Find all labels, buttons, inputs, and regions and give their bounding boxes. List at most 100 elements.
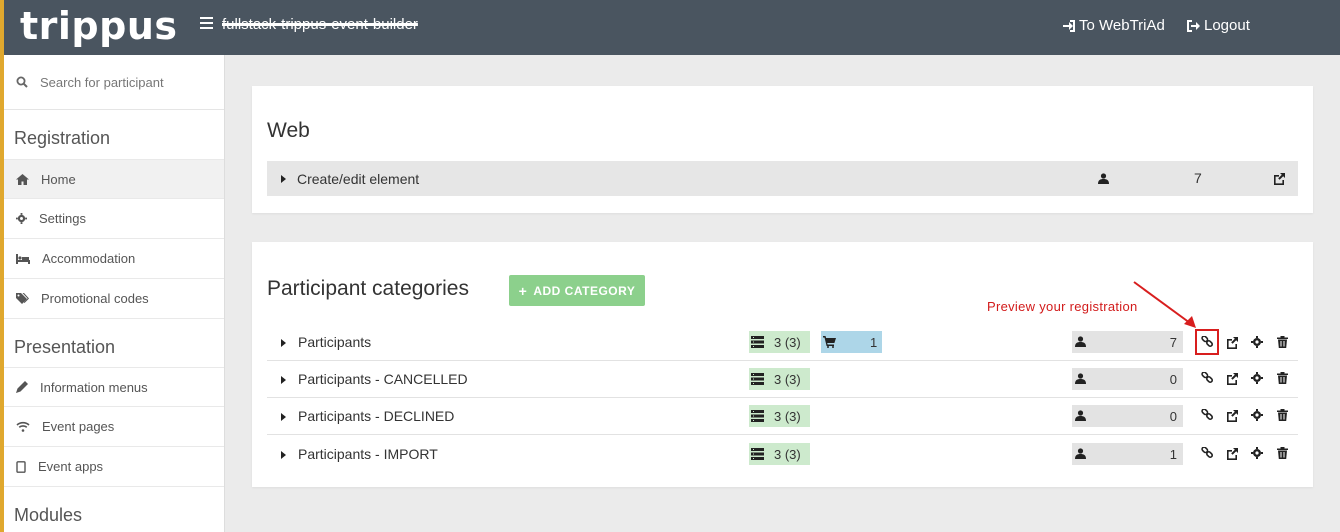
category-row-participants-cancelled[interactable]: Participants - CANCELLED 3 (3) 0 <box>267 360 1298 398</box>
expand-caret-icon[interactable] <box>281 376 286 384</box>
logout-link[interactable]: Logout <box>1187 17 1250 34</box>
trash-icon[interactable] <box>1274 445 1290 461</box>
form-count: 3 (3) <box>774 371 801 387</box>
participant-count: 0 <box>1169 371 1177 387</box>
preview-registration-link-icon[interactable] <box>1195 329 1219 355</box>
category-name: Participants - DECLINED <box>298 408 455 424</box>
external-link-icon[interactable] <box>1273 172 1286 185</box>
add-category-button[interactable]: + ADD CATEGORY <box>509 275 645 306</box>
trippus-logo[interactable]: trippus <box>20 4 178 48</box>
sidebar-item-event-apps[interactable]: Event apps <box>4 447 224 487</box>
sidebar-item-settings[interactable]: Settings <box>4 199 224 239</box>
row-label: Create/edit element <box>297 170 420 187</box>
person-icon <box>1098 173 1109 184</box>
category-name: Participants - CANCELLED <box>298 371 468 387</box>
row-actions <box>1199 445 1290 461</box>
gear-icon[interactable] <box>1249 334 1265 350</box>
participant-count: 7 <box>1169 334 1177 350</box>
sidebar-item-label: Promotional codes <box>41 291 149 306</box>
person-icon <box>1075 410 1086 421</box>
accent-stripe <box>0 0 4 532</box>
web-panel: Web Create/edit element 7 <box>252 86 1313 213</box>
section-modules: Modules <box>14 505 83 525</box>
category-name: Participants <box>298 334 372 350</box>
sign-in-icon <box>1063 19 1075 32</box>
form-count: 3 (3) <box>774 334 801 350</box>
gear-icon <box>16 213 27 224</box>
search-placeholder: Search for participant <box>40 74 164 90</box>
create-edit-element-row[interactable]: Create/edit element 7 <box>267 161 1298 196</box>
link-icon[interactable] <box>1199 370 1215 386</box>
sidebar-item-information-menus[interactable]: Information menus <box>4 367 224 407</box>
preview-annotation: Preview your registration <box>987 299 1138 314</box>
category-row-participants-declined[interactable]: Participants - DECLINED 3 (3) 0 <box>267 397 1298 435</box>
row-actions <box>1195 329 1290 355</box>
list-icon <box>751 336 764 348</box>
cart-badge: 1 <box>821 331 882 353</box>
external-link-icon[interactable] <box>1224 370 1240 386</box>
to-webtriad-link[interactable]: To WebTriAd <box>1062 17 1165 34</box>
link-icon[interactable] <box>1199 407 1215 423</box>
gear-icon[interactable] <box>1249 407 1265 423</box>
form-count: 3 (3) <box>774 408 801 424</box>
expand-caret-icon[interactable] <box>281 339 286 347</box>
web-panel-title: Web <box>267 119 310 142</box>
gear-icon[interactable] <box>1249 370 1265 386</box>
external-link-icon[interactable] <box>1224 445 1240 461</box>
participants-badge: 1 <box>1072 443 1183 465</box>
participants-badge: 0 <box>1072 405 1183 427</box>
participants-badge: 0 <box>1072 368 1183 390</box>
list-icon <box>751 410 764 422</box>
form-badge: 3 (3) <box>749 443 810 465</box>
person-icon <box>1075 373 1086 384</box>
sidebar-item-label: Settings <box>39 211 86 226</box>
category-row-participants[interactable]: Participants 3 (3) 1 7 <box>267 323 1298 361</box>
top-bar: trippus fullstack-trippus-event-builder … <box>0 0 1340 532</box>
gear-icon[interactable] <box>1249 445 1265 461</box>
to-webtriad-label: To WebTriAd <box>1079 17 1165 34</box>
search-icon <box>16 76 28 88</box>
participant-count: 1 <box>1169 446 1177 462</box>
pencil-icon <box>16 381 28 393</box>
sidebar-item-label: Event apps <box>38 459 104 474</box>
form-badge: 3 (3) <box>749 331 810 353</box>
wifi-icon <box>16 421 30 432</box>
hamburger-menu-icon[interactable] <box>200 17 213 31</box>
cart-count: 1 <box>870 334 878 350</box>
category-name: Participants - IMPORT <box>298 446 438 462</box>
participant-search[interactable]: Search for participant <box>4 55 224 110</box>
cart-icon <box>823 336 836 348</box>
sidebar-item-accommodation[interactable]: Accommodation <box>4 239 224 279</box>
trash-icon[interactable] <box>1274 407 1290 423</box>
tablet-icon <box>16 460 26 473</box>
external-link-icon[interactable] <box>1224 407 1240 423</box>
plus-icon: + <box>518 282 528 299</box>
form-badge: 3 (3) <box>749 405 810 427</box>
sidebar-item-label: Home <box>41 171 76 187</box>
tags-icon <box>16 293 29 304</box>
link-icon[interactable] <box>1199 445 1215 461</box>
section-presentation: Presentation <box>14 337 116 357</box>
participant-count: 7 <box>1194 170 1202 186</box>
list-icon <box>751 448 764 460</box>
sidebar-item-label: Accommodation <box>42 251 136 266</box>
sidebar-item-event-pages[interactable]: Event pages <box>4 407 224 447</box>
participants-badge: 7 <box>1072 331 1183 353</box>
add-category-label: ADD CATEGORY <box>533 283 636 298</box>
participant-categories-panel: Participant categories + ADD CATEGORY Pr… <box>252 242 1313 487</box>
row-actions <box>1199 407 1290 423</box>
person-icon <box>1075 336 1086 347</box>
list-icon <box>751 373 764 385</box>
expand-caret-icon[interactable] <box>281 413 286 421</box>
participant-count: 0 <box>1169 408 1177 424</box>
expand-caret-icon[interactable] <box>281 451 286 459</box>
sign-out-icon <box>1187 19 1200 32</box>
external-link-icon[interactable] <box>1224 334 1240 350</box>
home-icon <box>16 173 29 185</box>
sidebar-item-home[interactable]: Home <box>4 159 224 199</box>
trash-icon[interactable] <box>1274 370 1290 386</box>
sidebar-item-promotional-codes[interactable]: Promotional codes <box>4 279 224 319</box>
trash-icon[interactable] <box>1274 334 1290 350</box>
expand-caret-icon[interactable] <box>281 174 286 183</box>
category-row-participants-import[interactable]: Participants - IMPORT 3 (3) 1 <box>267 435 1298 473</box>
